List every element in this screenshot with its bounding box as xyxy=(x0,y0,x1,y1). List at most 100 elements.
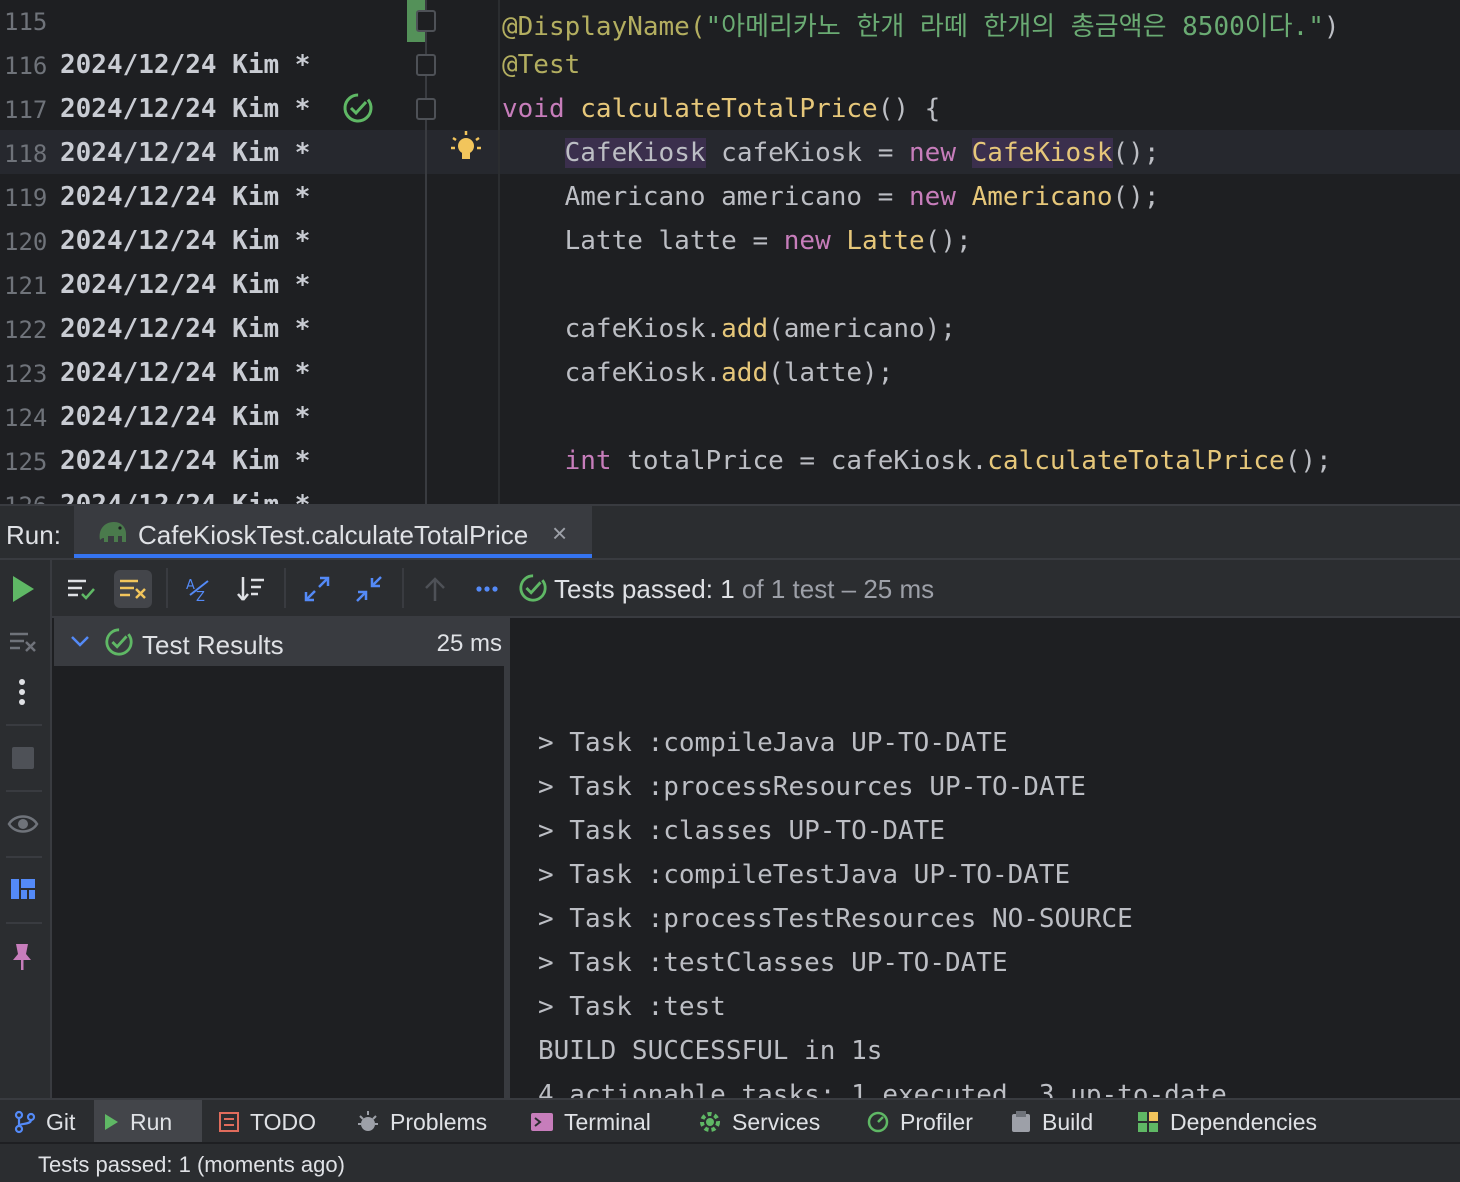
line-number: 124 xyxy=(4,404,48,432)
blame-annotation[interactable]: 2024/12/24 Kim * xyxy=(60,94,310,124)
toolbar-separator xyxy=(166,568,168,608)
rerun-icon[interactable] xyxy=(10,574,36,609)
console-line: > Task :compileTestJava UP-TO-DATE xyxy=(538,860,1071,890)
tool-tab-run[interactable]: Run xyxy=(94,1100,202,1144)
tool-tab-label: Build xyxy=(1042,1108,1094,1135)
line-number: 126 xyxy=(4,492,47,504)
line-number: 116 xyxy=(4,52,48,80)
tool-tab-terminal[interactable]: Terminal xyxy=(522,1100,676,1144)
toolbar-separator xyxy=(6,922,42,924)
tool-tab-profiler[interactable]: Profiler xyxy=(858,1100,988,1144)
dependencies-icon xyxy=(1136,1110,1160,1134)
svg-text:Z: Z xyxy=(196,590,205,603)
tool-tab-git[interactable]: Git xyxy=(6,1100,92,1144)
code-token: Americano xyxy=(971,182,1113,212)
tool-tab-label: Problems xyxy=(390,1108,488,1135)
blame-annotation[interactable]: 2024/12/24 Kim * xyxy=(60,314,310,344)
run-icon xyxy=(102,1112,120,1132)
code-line[interactable]: @DisplayName("아메리카노 한개 라떼 한개의 총금액은 8500이… xyxy=(502,0,1340,44)
gradle-elephant-icon xyxy=(96,518,128,551)
tool-tab-services[interactable]: Services xyxy=(690,1100,844,1144)
more-actions-icon[interactable] xyxy=(468,570,506,608)
console-line: > Task :testClasses UP-TO-DATE xyxy=(538,948,1008,978)
blame-annotation[interactable]: 2024/12/24 Kim * xyxy=(60,358,310,388)
status-count: 1 xyxy=(720,574,735,604)
code-line[interactable]: cafeKiosk.add(latte); xyxy=(502,352,894,396)
code-line[interactable]: int totalPrice = cafeKiosk.calculateTota… xyxy=(502,440,1332,484)
line-number: 115 xyxy=(4,8,48,36)
code-token: cafeKiosk. xyxy=(502,358,722,388)
tool-tab-problems[interactable]: Problems xyxy=(348,1100,508,1144)
eye-icon[interactable] xyxy=(7,812,39,841)
console-line: > Task :processResources UP-TO-DATE xyxy=(538,772,1086,802)
show-passed-icon[interactable] xyxy=(62,570,100,608)
sort-alphabetically-icon[interactable]: AZ xyxy=(180,570,218,608)
code-line[interactable]: Americano americano = new Americano(); xyxy=(502,176,1160,220)
blame-annotation[interactable]: 2024/12/24 Kim * xyxy=(60,402,310,432)
close-icon[interactable]: × xyxy=(552,518,567,549)
test-passed-gutter-icon[interactable] xyxy=(342,92,374,129)
code-line[interactable]: Latte latte = new Latte(); xyxy=(502,220,972,264)
run-config-tab[interactable]: CafeKioskTest.calculateTotalPrice × xyxy=(74,506,592,558)
code-line[interactable]: CafeKiosk cafeKiosk = new CafeKiosk(); xyxy=(502,132,1160,176)
code-token: @Test xyxy=(502,50,581,80)
blame-annotation[interactable]: 2024/12/24 Kim * xyxy=(60,138,310,168)
tree-row-test-results[interactable]: Test Results 25 ms xyxy=(54,618,510,666)
blame-annotation[interactable]: 2024/12/24 Kim * xyxy=(60,490,310,504)
test-results-tree[interactable]: Test Results 25 ms xyxy=(54,618,510,1098)
pin-icon[interactable] xyxy=(11,942,33,977)
rerun-failed-icon[interactable] xyxy=(8,630,38,659)
blame-annotation[interactable]: 2024/12/24 Kim * xyxy=(60,446,310,476)
blame-annotation[interactable]: 2024/12/24 Kim * xyxy=(60,182,310,212)
console-output[interactable]: > Task :compileJava UP-TO-DATE > Task :pr… xyxy=(516,618,1460,1098)
code-token: (); xyxy=(924,226,972,256)
code-editor[interactable]: 115 116 2024/12/24 Kim * 117 2024/12/24 Kim … xyxy=(0,0,1460,504)
more-options-icon[interactable] xyxy=(18,678,26,711)
status-bar: Tests passed: 1 (moments ago) xyxy=(0,1142,1460,1182)
show-ignored-icon[interactable] xyxy=(114,570,152,608)
code-token: Latte latte = xyxy=(502,226,784,256)
run-side-toolbar xyxy=(0,560,52,1098)
tool-tab-label: Run xyxy=(130,1108,173,1135)
blame-annotation[interactable]: 2024/12/24 Kim * xyxy=(60,226,310,256)
code-line[interactable]: @Test xyxy=(502,44,580,88)
collapse-all-icon[interactable] xyxy=(350,570,388,608)
stop-icon[interactable] xyxy=(11,746,35,775)
console-line: > Task :classes UP-TO-DATE xyxy=(538,816,945,846)
tree-row-duration: 25 ms xyxy=(436,630,502,657)
fold-marker-icon[interactable] xyxy=(416,10,436,32)
code-token: totalPrice = cafeKiosk. xyxy=(627,446,988,476)
blame-annotation[interactable]: 2024/12/24 Kim * xyxy=(60,50,310,80)
tool-tab-label: TODO xyxy=(250,1108,317,1135)
code-token: int xyxy=(564,446,628,476)
line-number: 117 xyxy=(4,96,48,124)
layout-icon[interactable] xyxy=(10,878,36,905)
line-number: 119 xyxy=(4,184,48,212)
line-number: 125 xyxy=(4,448,48,476)
lightbulb-icon[interactable] xyxy=(450,130,482,169)
code-token: add xyxy=(721,358,769,388)
chevron-down-icon[interactable] xyxy=(70,634,90,653)
test-passed-icon xyxy=(104,627,134,662)
code-token: CafeKiosk xyxy=(971,138,1113,168)
fold-separator xyxy=(498,0,500,504)
todo-icon xyxy=(218,1111,240,1133)
tool-tab-todo[interactable]: TODO xyxy=(210,1100,334,1144)
code-line[interactable]: cafeKiosk.add(americano); xyxy=(502,308,956,352)
console-line: > Task :processTestResources NO-SOURCE xyxy=(538,904,1133,934)
code-token: (americano); xyxy=(768,314,956,344)
fold-marker-icon[interactable] xyxy=(416,54,436,76)
previous-failed-test-icon[interactable] xyxy=(416,570,454,608)
sort-by-duration-icon[interactable] xyxy=(232,570,270,608)
code-line[interactable]: void calculateTotalPrice() { xyxy=(502,88,940,132)
tool-tab-build[interactable]: Build xyxy=(1002,1100,1120,1144)
tool-tab-dependencies[interactable]: Dependencies xyxy=(1128,1100,1340,1144)
tool-window-bar: Git Run TODO Problems Terminal Services Profil… xyxy=(0,1098,1460,1144)
toolbar-separator xyxy=(284,568,286,608)
expand-all-icon[interactable] xyxy=(298,570,336,608)
test-passed-icon xyxy=(518,573,548,608)
fold-marker-icon[interactable] xyxy=(416,98,436,120)
blame-annotation[interactable]: 2024/12/24 Kim * xyxy=(60,270,310,300)
